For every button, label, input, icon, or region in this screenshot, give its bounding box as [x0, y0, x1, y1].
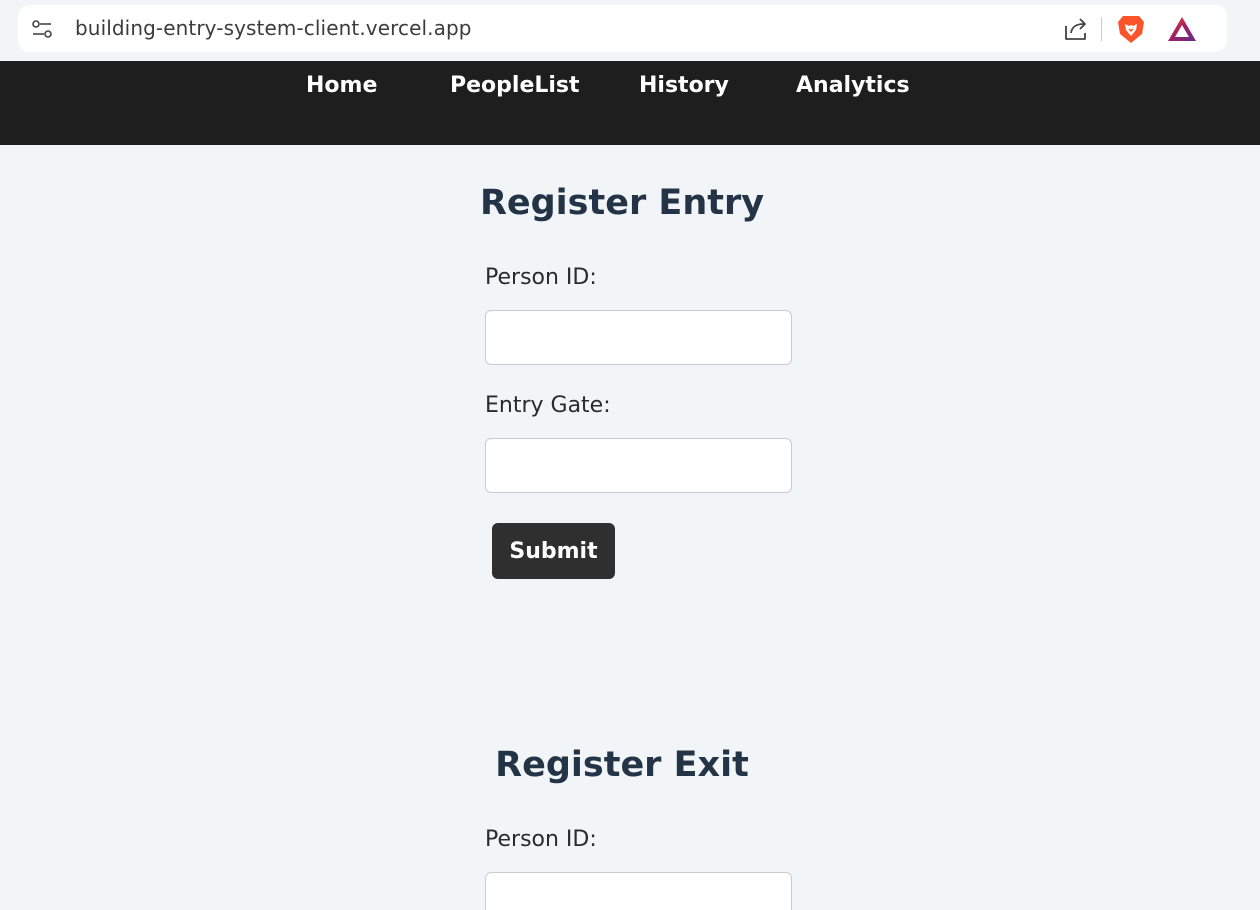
- brave-rewards-icon[interactable]: [1167, 16, 1197, 42]
- url-text[interactable]: building-entry-system-client.vercel.app: [75, 16, 472, 40]
- share-icon[interactable]: [1063, 16, 1089, 42]
- register-exit-title: Register Exit: [495, 745, 749, 785]
- entry-gate-label: Entry Gate:: [485, 393, 611, 418]
- exit-person-id-label: Person ID:: [485, 827, 597, 852]
- nav-peoplelist[interactable]: PeopleList: [450, 73, 580, 98]
- entry-gate-input[interactable]: [485, 438, 792, 493]
- main-navbar: Home PeopleList History Analytics: [0, 61, 1260, 145]
- nav-home[interactable]: Home: [306, 73, 377, 98]
- site-settings-icon[interactable]: [31, 19, 53, 39]
- entry-submit-button[interactable]: Submit: [492, 523, 615, 579]
- toolbar-divider: [1101, 17, 1102, 41]
- entry-person-id-input[interactable]: [485, 310, 792, 365]
- entry-person-id-label: Person ID:: [485, 265, 597, 290]
- exit-person-id-input[interactable]: [485, 872, 792, 910]
- nav-history[interactable]: History: [639, 73, 729, 98]
- register-entry-title: Register Entry: [479, 183, 765, 223]
- nav-analytics[interactable]: Analytics: [796, 73, 910, 98]
- brave-lion-icon[interactable]: [1117, 14, 1145, 44]
- browser-toolbar: building-entry-system-client.vercel.app: [0, 0, 1260, 61]
